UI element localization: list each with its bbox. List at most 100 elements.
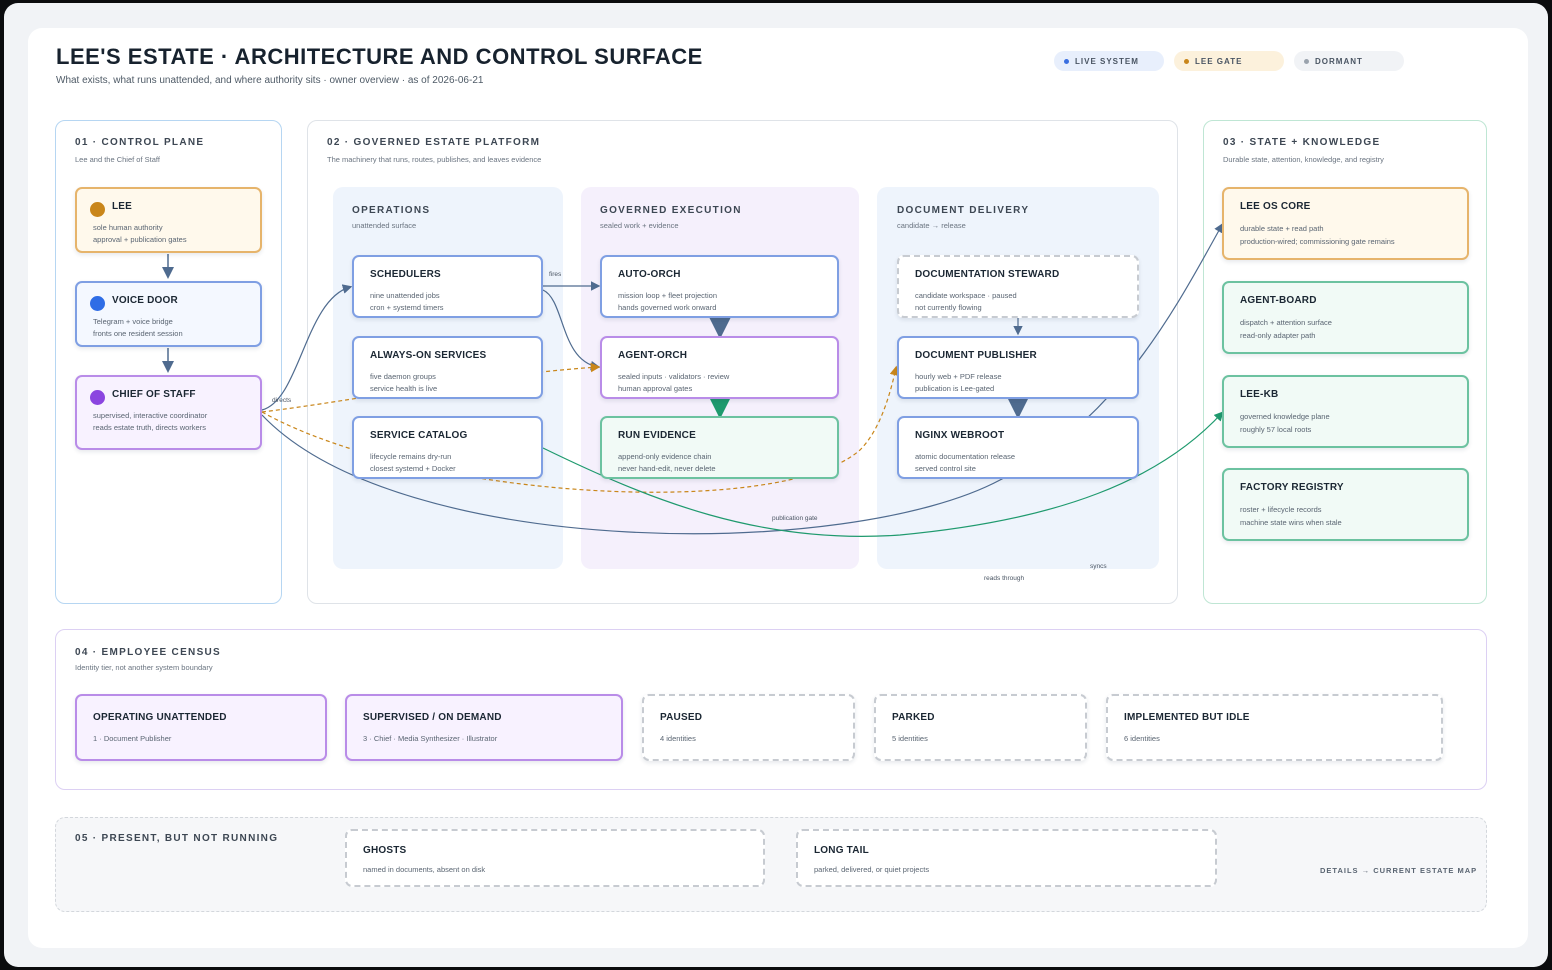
card-desc: 1 · Document Publisher <box>93 734 172 743</box>
card-title: SERVICE CATALOG <box>370 430 468 441</box>
chief-dot-icon <box>90 390 105 405</box>
card-desc: human approval gates <box>618 384 693 393</box>
card-auto-orch[interactable]: AUTO-ORCH mission loop + fleet projectio… <box>600 255 839 318</box>
card-desc: read-only adapter path <box>1240 331 1316 340</box>
card-desc: roster + lifecycle records <box>1240 505 1322 514</box>
card-title: AGENT-ORCH <box>618 350 688 361</box>
card-desc: fronts one resident session <box>93 329 183 338</box>
census-card-paused[interactable]: PAUSED 4 identities <box>642 694 855 761</box>
edge-label-syncs: syncs <box>1090 563 1107 570</box>
card-chief-of-staff[interactable]: CHIEF OF STAFF supervised, interactive c… <box>75 375 262 450</box>
card-agent-orch[interactable]: AGENT-ORCH sealed inputs · validators · … <box>600 336 839 399</box>
card-lee[interactable]: LEE sole human authority approval + publ… <box>75 187 262 253</box>
card-title: LEE-KB <box>1240 389 1279 400</box>
card-run-evidence[interactable]: RUN EVIDENCE append-only evidence chain … <box>600 416 839 479</box>
card-service-catalog[interactable]: SERVICE CATALOG lifecycle remains dry-ru… <box>352 416 543 479</box>
gate-dot-icon <box>1184 58 1189 64</box>
lane-sub: unattended surface <box>352 221 417 230</box>
card-desc: dispatch + attention surface <box>1240 318 1332 327</box>
card-desc: named in documents, absent on disk <box>363 865 486 874</box>
card-desc: 5 identities <box>892 734 928 743</box>
card-title: PAUSED <box>660 712 703 723</box>
card-desc: candidate workspace · paused <box>915 291 1017 300</box>
section-label: 05 · PRESENT, BUT NOT RUNNING <box>75 833 279 844</box>
legend-dormant: DORMANT <box>1294 51 1404 71</box>
card-desc: sealed inputs · validators · review <box>618 372 730 381</box>
legend-live-system: LIVE SYSTEM <box>1054 51 1164 71</box>
card-desc: publication is Lee-gated <box>915 384 995 393</box>
card-desc: machine state wins when stale <box>1240 518 1342 527</box>
legend-dormant-label: DORMANT <box>1315 56 1363 66</box>
card-ghosts[interactable]: GHOSTS named in documents, absent on dis… <box>345 829 765 887</box>
card-lee-os-core[interactable]: LEE OS CORE durable state + read path pr… <box>1222 187 1469 260</box>
card-title: PARKED <box>892 712 935 723</box>
card-desc: approval + publication gates <box>93 235 187 244</box>
card-title: OPERATING UNATTENDED <box>93 712 227 723</box>
page-subtitle: What exists, what runs unattended, and w… <box>56 75 484 86</box>
card-title: ALWAYS-ON SERVICES <box>370 350 487 361</box>
card-desc: hourly web + PDF release <box>915 372 1002 381</box>
card-title: NGINX WEBROOT <box>915 430 1005 441</box>
details-link[interactable]: DETAILS → CURRENT ESTATE MAP <box>1320 866 1477 875</box>
edge-label-publication-gate: publication gate <box>772 515 818 522</box>
card-desc: not currently flowing <box>915 303 982 312</box>
section-label: 04 · EMPLOYEE CENSUS <box>75 647 222 658</box>
card-desc: cron + systemd timers <box>370 303 444 312</box>
live-dot-icon <box>1064 58 1069 64</box>
card-title: LEE OS CORE <box>1240 201 1311 212</box>
lane-label: GOVERNED EXECUTION <box>600 205 742 216</box>
card-title: FACTORY REGISTRY <box>1240 482 1344 493</box>
card-long-tail[interactable]: LONG TAIL parked, delivered, or quiet pr… <box>796 829 1217 887</box>
card-title: VOICE DOOR <box>112 295 178 306</box>
lane-label: DOCUMENT DELIVERY <box>897 205 1030 216</box>
card-nginx-webroot[interactable]: NGINX WEBROOT atomic documentation relea… <box>897 416 1139 479</box>
card-document-publisher[interactable]: DOCUMENT PUBLISHER hourly web + PDF rele… <box>897 336 1139 399</box>
voice-dot-icon <box>90 296 105 311</box>
card-desc: served control site <box>915 464 976 473</box>
card-desc: 6 identities <box>1124 734 1160 743</box>
lane-sub: sealed work + evidence <box>600 221 679 230</box>
card-desc: hands governed work onward <box>618 303 717 312</box>
card-desc: lifecycle remains dry-run <box>370 452 452 461</box>
card-desc: supervised, interactive coordinator <box>93 411 208 420</box>
card-title: RUN EVIDENCE <box>618 430 696 441</box>
card-factory-registry[interactable]: FACTORY REGISTRY roster + lifecycle reco… <box>1222 468 1469 541</box>
card-documentation-steward[interactable]: DOCUMENTATION STEWARD candidate workspac… <box>897 255 1139 318</box>
card-lee-kb[interactable]: LEE-KB governed knowledge plane roughly … <box>1222 375 1469 448</box>
card-desc: atomic documentation release <box>915 452 1016 461</box>
card-title: LEE <box>112 201 133 212</box>
census-card-parked[interactable]: PARKED 5 identities <box>874 694 1087 761</box>
section-label: 03 · STATE + KNOWLEDGE <box>1223 137 1381 148</box>
card-desc: five daemon groups <box>370 372 436 381</box>
lane-label: OPERATIONS <box>352 205 431 216</box>
card-desc: durable state + read path <box>1240 224 1324 233</box>
census-card-operating-unattended[interactable]: OPERATING UNATTENDED 1 · Document Publis… <box>75 694 327 761</box>
card-desc: governed knowledge plane <box>1240 412 1330 421</box>
census-card-supervised[interactable]: SUPERVISED / ON DEMAND 3 · Chief · Media… <box>345 694 623 761</box>
card-desc: never hand-edit, never delete <box>618 464 716 473</box>
legend-lee-gate: LEE GATE <box>1174 51 1284 71</box>
edge-label-fires: fires <box>549 271 562 278</box>
card-desc: sole human authority <box>93 223 163 232</box>
card-title: AGENT-BOARD <box>1240 295 1317 306</box>
card-desc: append-only evidence chain <box>618 452 712 461</box>
card-title: DOCUMENTATION STEWARD <box>915 269 1060 280</box>
card-agent-board[interactable]: AGENT-BOARD dispatch + attention surface… <box>1222 281 1469 354</box>
edge-label-reads-through: reads through <box>984 575 1025 582</box>
card-desc: reads estate truth, directs workers <box>93 423 206 432</box>
card-always-on-services[interactable]: ALWAYS-ON SERVICES five daemon groups se… <box>352 336 543 399</box>
card-desc: mission loop + fleet projection <box>618 291 718 300</box>
card-desc: parked, delivered, or quiet projects <box>814 865 930 874</box>
card-desc: service health is live <box>370 384 438 393</box>
census-card-implemented-idle[interactable]: IMPLEMENTED BUT IDLE 6 identities <box>1106 694 1443 761</box>
card-schedulers[interactable]: SCHEDULERS nine unattended jobs cron + s… <box>352 255 543 318</box>
section-sub: Identity tier, not another system bounda… <box>75 663 213 672</box>
legend-live-label: LIVE SYSTEM <box>1075 56 1139 66</box>
legend-gate-label: LEE GATE <box>1195 56 1243 66</box>
card-voice-door[interactable]: VOICE DOOR Telegram + voice bridge front… <box>75 281 262 347</box>
card-desc: nine unattended jobs <box>370 291 440 300</box>
card-title: DOCUMENT PUBLISHER <box>915 350 1037 361</box>
section-not-running <box>55 817 1487 912</box>
lane-sub: candidate → release <box>897 221 966 230</box>
dormant-dot-icon <box>1304 58 1309 64</box>
